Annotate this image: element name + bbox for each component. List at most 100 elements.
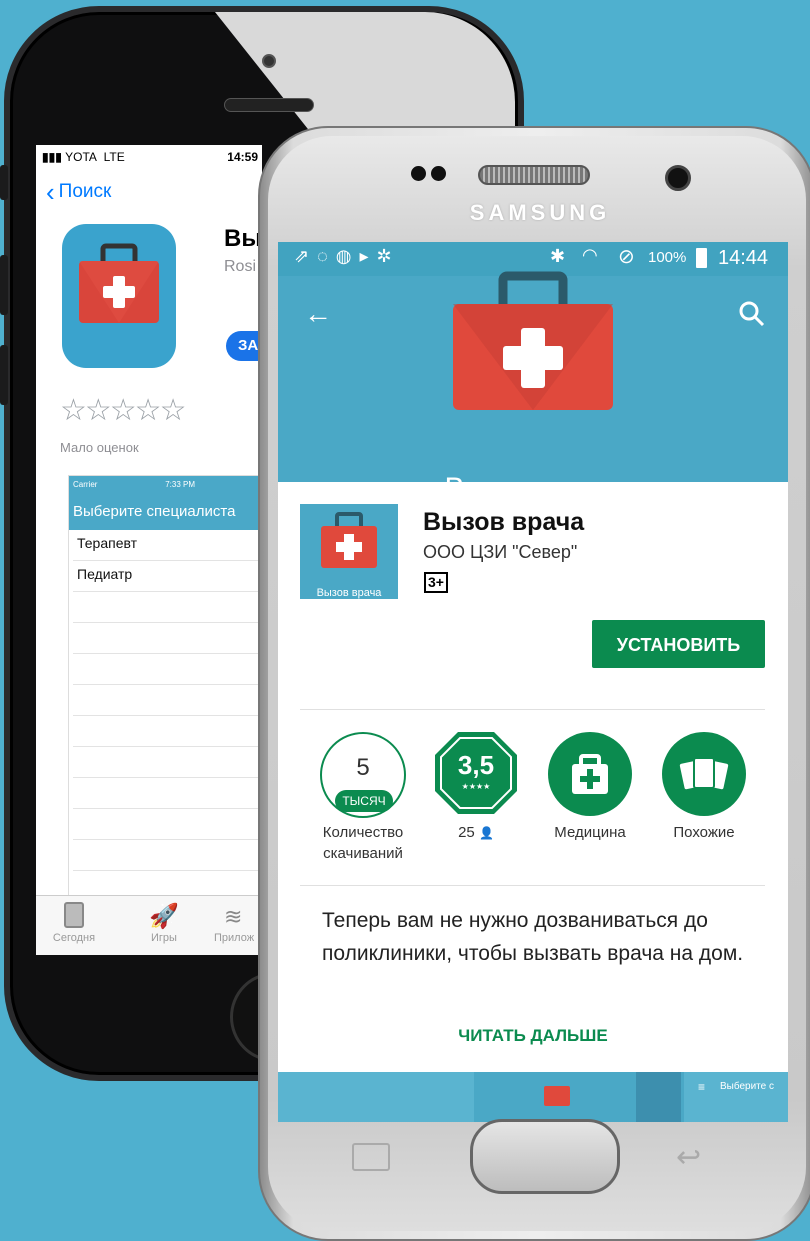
list-item-empty [73,778,261,809]
iphone-volume-up [0,255,8,315]
back-label: Поиск [58,181,112,202]
gallery-thumb [636,1072,681,1122]
rating-stars-icon: ★★★★ [461,782,491,791]
header-title: Вызов врача [444,472,622,505]
star-rating-icon: ☆☆☆☆☆ [60,394,186,427]
app-thumbnail: Вызов врача [300,504,398,599]
similar-label: Похожие [673,824,735,841]
rocket-icon: 🚀 [149,903,179,930]
ios-tab-bar: Сегодня 🚀 Игры ≋ Прилож [36,895,262,955]
battery-percent: 100% [648,249,687,266]
back-button[interactable]: ‹ Поиск [36,169,262,207]
ios-clock: 14:59 [227,150,258,164]
notification-icons: ⇗◌◍▸✲ [294,246,400,266]
carrier-name: YOTA [65,150,97,164]
gallery-thumb: ≡ Выберите с [684,1072,788,1122]
divider [300,885,765,886]
list-item-empty [73,685,261,716]
downloads-number: 5 [356,754,370,781]
install-button[interactable]: УСТАНОВИТЬ [592,620,765,668]
downloads-badge: 5 ТЫСЯЧ [320,732,406,818]
samsung-front-camera [665,165,691,191]
screenshot-time: 7:33 PM [165,480,195,489]
android-screen: ⇗◌◍▸✲ ✱ ◠ ⊘ 100% 14:44 ← Вызов врача Выз… [278,242,788,1122]
list-item-empty [73,809,261,840]
rating-value: 3,5 [457,750,495,780]
category-label: Медицина [554,824,626,841]
proximity-sensors [411,166,451,182]
screenshot-carrier: Carrier [73,480,98,489]
thumbnail-caption: Вызов врача [316,587,382,599]
back-key-icon[interactable]: ↩ [676,1140,701,1175]
menu-icon: ≡ [698,1080,706,1094]
android-clock: 14:44 [718,247,769,269]
iphone-side-button [0,165,8,200]
tab-apps[interactable]: ≋ Прилож [214,902,262,944]
rating-badge: 3,5 ★★★★ [433,730,519,816]
list-item: Терапевт [73,530,261,561]
apps-stack-icon: ≋ [224,904,243,929]
samsung-brand-logo: SAMSUNG [469,200,611,225]
ios-screen: ▮▮▮ YOTA LTE 14:59 ‹ Поиск Вы Rosi ЗА ☆☆… [36,145,262,955]
home-button[interactable] [470,1119,620,1194]
search-icon[interactable] [738,300,766,328]
rating-count: 25 [458,824,475,841]
rating-label: Мало оценок [60,440,139,455]
medkit-gallery-icon [544,1086,570,1106]
ios-app-name: Вы [224,225,262,252]
earpiece [224,98,314,112]
app-name: Вызов врача [423,508,585,536]
similar-badge[interactable] [662,732,746,816]
list-item-empty [73,840,261,871]
developer-name[interactable]: ООО ЦЗИ "Север" [423,542,577,563]
iphone-volume-down [0,345,8,405]
medkit-icon [79,243,159,323]
ios-developer: Rosi [224,258,257,275]
category-badge[interactable] [548,732,632,816]
medical-bag-icon [572,754,608,794]
tab-today[interactable]: Сегодня [44,902,104,944]
gallery-thumb [482,1072,632,1122]
samsung-earpiece [478,165,590,185]
tab-label: Сегодня [52,932,96,944]
screenshot-nav-bar: Carrier 7:33 PM Выберите специалиста [69,476,261,530]
recent-apps-key[interactable] [352,1143,390,1171]
age-rating-badge: 3+ [424,572,448,593]
app-description: Теперь вам не нужно дозваниваться до пол… [322,909,744,965]
network-type: LTE [103,150,125,164]
tab-label: Игры [151,932,177,944]
list-item-empty [73,592,261,623]
medkit-small-icon [321,512,377,568]
downloads-unit: ТЫСЯЧ [335,790,393,812]
ios-screenshot-preview[interactable]: Carrier 7:33 PM Выберите специалиста Тер… [68,475,262,900]
ios-get-button[interactable]: ЗА [226,331,262,361]
cards-icon [679,757,729,790]
battery-icon [696,248,707,268]
gallery-snippet: Выберите с [720,1081,774,1092]
list-item-empty [73,716,261,747]
list-item-empty [73,747,261,778]
gallery-thumb [278,1072,474,1122]
divider [300,709,765,710]
arrow-left-icon[interactable]: ← [304,298,332,330]
read-more-link[interactable]: ЧИТАТЬ ДАЛЬШЕ [278,1026,788,1046]
ios-app-icon [62,224,176,368]
person-icon: 👤 [478,826,494,840]
medkit-hero-icon [453,271,613,410]
screenshot-gallery[interactable]: ≡ Выберите с [278,1072,788,1122]
rating-count-label: 25 👤 [421,822,531,844]
list-item-empty [73,654,261,685]
list-item: Педиатр [73,561,261,592]
carrier-status: ▮▮▮ YOTA LTE [42,150,125,164]
today-icon [64,902,84,928]
screenshot-title: Выберите специалиста [73,503,236,520]
chevron-left-icon: ‹ [46,177,55,207]
app-header: ← Вызов врача [278,271,788,505]
signal-icon: ▮▮▮ [42,150,66,164]
tab-games[interactable]: 🚀 Игры [134,902,194,944]
list-item-empty [73,623,261,654]
ios-status-bar: ▮▮▮ YOTA LTE 14:59 [36,145,262,169]
downloads-label: Количество скачиваний [322,824,404,862]
tab-label: Прилож [214,932,255,944]
front-camera [262,54,276,68]
